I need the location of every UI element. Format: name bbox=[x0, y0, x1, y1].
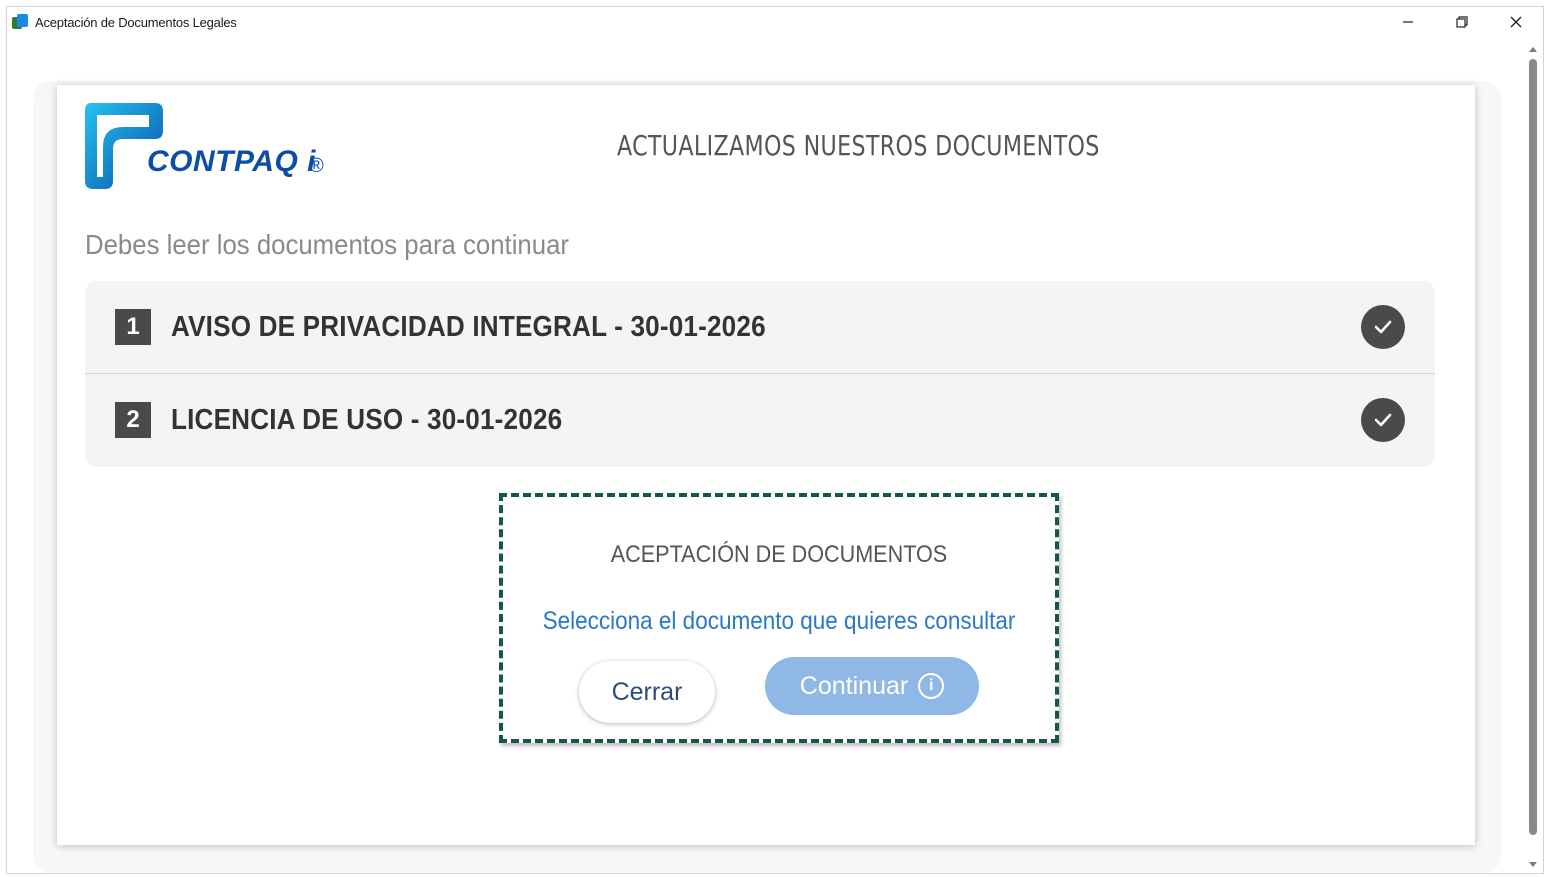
document-label[interactable]: AVISO DE PRIVACIDAD INTEGRAL - 30-01-202… bbox=[171, 311, 766, 344]
close-button[interactable] bbox=[1489, 7, 1543, 37]
restore-icon bbox=[1456, 16, 1468, 28]
brand-name: CONTPAQ i bbox=[147, 145, 316, 178]
minimize-button[interactable] bbox=[1381, 7, 1435, 37]
document-number: 1 bbox=[115, 309, 151, 345]
app-icon bbox=[12, 14, 28, 30]
document-number: 2 bbox=[115, 402, 151, 438]
app-window: Aceptación de Documentos Legales CONTPAQ… bbox=[6, 6, 1544, 874]
close-dialog-button[interactable]: Cerrar bbox=[579, 661, 715, 723]
scroll-thumb[interactable] bbox=[1529, 59, 1537, 835]
page-title: ACTUALIZAMOS NUESTROS DOCUMENTOS bbox=[617, 129, 1100, 162]
document-item-license[interactable]: 2 LICENCIA DE USO - 30-01-2026 bbox=[85, 374, 1435, 466]
window-controls bbox=[1381, 7, 1543, 37]
close-icon bbox=[1510, 16, 1522, 28]
acceptance-panel: ACEPTACIÓN DE DOCUMENTOS Selecciona el d… bbox=[499, 493, 1059, 743]
instructions-text: Debes leer los documentos para continuar bbox=[85, 229, 570, 260]
document-item-privacy[interactable]: 1 AVISO DE PRIVACIDAD INTEGRAL - 30-01-2… bbox=[85, 281, 1435, 374]
select-document-link[interactable]: Selecciona el documento que quieres cons… bbox=[531, 607, 1028, 636]
registered-mark: ® bbox=[309, 155, 324, 177]
restore-button[interactable] bbox=[1435, 7, 1489, 37]
continue-label: Continuar bbox=[799, 671, 909, 700]
scroll-up-icon[interactable] bbox=[1529, 47, 1537, 52]
documents-card: CONTPAQ i ® ACTUALIZAMOS NUESTROS DOCUME… bbox=[57, 85, 1475, 845]
info-icon[interactable]: i bbox=[918, 673, 945, 699]
title-bar[interactable]: Aceptación de Documentos Legales bbox=[7, 7, 1543, 37]
document-label[interactable]: LICENCIA DE USO - 30-01-2026 bbox=[171, 404, 562, 437]
minimize-icon bbox=[1403, 21, 1413, 23]
document-list: 1 AVISO DE PRIVACIDAD INTEGRAL - 30-01-2… bbox=[85, 281, 1435, 467]
check-icon bbox=[1361, 305, 1405, 349]
continue-button[interactable]: Continuar i bbox=[765, 657, 979, 715]
check-icon bbox=[1361, 398, 1405, 442]
scroll-down-icon[interactable] bbox=[1529, 862, 1537, 867]
window-title: Aceptación de Documentos Legales bbox=[35, 14, 237, 30]
content-area: CONTPAQ i ® ACTUALIZAMOS NUESTROS DOCUME… bbox=[7, 37, 1525, 873]
acceptance-title: ACEPTACIÓN DE DOCUMENTOS bbox=[610, 541, 948, 568]
contpaqi-logo: CONTPAQ i ® bbox=[83, 99, 343, 191]
vertical-scrollbar[interactable] bbox=[1527, 41, 1539, 873]
